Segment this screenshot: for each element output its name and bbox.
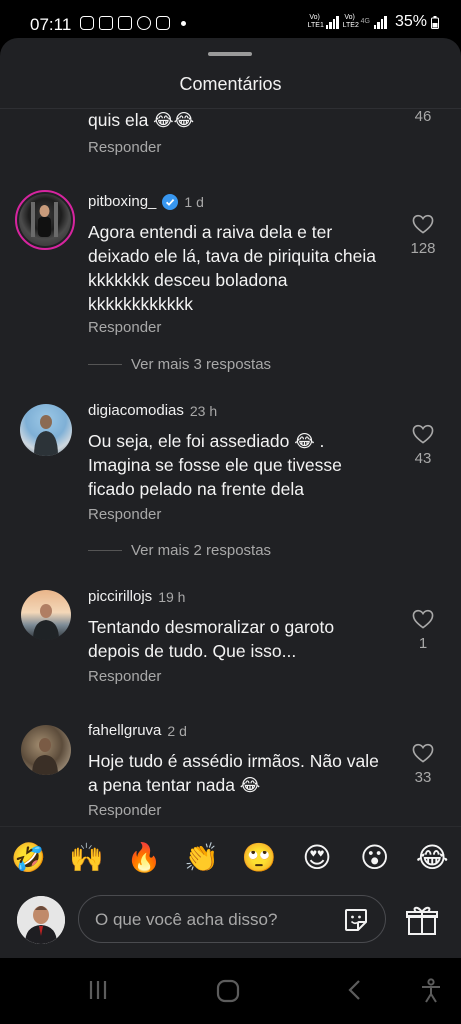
back-icon[interactable] <box>344 978 368 1002</box>
network-label: 4G <box>360 18 370 25</box>
comment-header: pitboxing_ 1 d <box>88 193 204 210</box>
view-more-replies-label: Ver mais 3 respostas <box>131 356 272 373</box>
comment-text: Tentando desmoralizar o garoto depois de… <box>88 617 335 661</box>
comment-header: fahellgruva 2 d <box>88 722 187 739</box>
heart-outline-icon <box>412 743 434 763</box>
reply-button[interactable]: Responder <box>88 506 161 523</box>
comment-time: 2 d <box>167 722 187 739</box>
avatar[interactable] <box>21 590 71 640</box>
heart-outline-icon <box>412 214 434 234</box>
comment-time: 23 h <box>189 402 218 419</box>
signal-icon <box>373 15 387 29</box>
person-silhouette-icon <box>34 415 58 456</box>
username[interactable]: fahellgruva <box>88 722 161 739</box>
comment-input-placeholder: O que você acha disso? <box>95 910 278 929</box>
comment-header: digiacomodias 23 h <box>88 402 217 419</box>
more-notifications-icon <box>181 20 186 26</box>
battery-level: 35% <box>394 13 427 30</box>
like-count: 1 <box>418 635 428 652</box>
emoji-quick-reactions: 🤣 🙌 🔥 👏 🙄 😍 😮 😂 <box>0 826 461 888</box>
verified-badge-icon <box>162 193 179 210</box>
status-time: 07:11 <box>30 15 72 34</box>
thread-line <box>88 550 122 551</box>
chrome-notification-icon <box>137 16 151 30</box>
emoji-eye-roll[interactable]: 🙄 <box>239 841 279 874</box>
heart-outline-icon <box>412 609 434 629</box>
heart-outline-icon <box>412 424 434 444</box>
comment-header: piccirillojs 19 h <box>88 588 185 605</box>
emoji-surprised[interactable]: 😮 <box>355 841 395 874</box>
like-button[interactable]: 43 <box>405 424 441 467</box>
like-count: 128 <box>410 240 436 257</box>
instagram-notification-icon <box>80 16 94 30</box>
instagram-notification-icon <box>156 16 170 30</box>
person-silhouette-icon <box>32 738 58 775</box>
emoji-fire[interactable]: 🔥 <box>124 841 164 874</box>
system-nav-bar <box>0 958 461 1024</box>
home-icon[interactable] <box>215 978 241 1004</box>
emoji-tears-of-joy[interactable]: 😂 <box>412 841 452 874</box>
person-silhouette-icon <box>33 604 59 640</box>
comment-text: Hoje tudo é assédio irmãos. Não vale a p… <box>88 751 379 795</box>
avatar[interactable] <box>20 404 72 456</box>
comment-text: quis ela 😂😂 <box>88 110 195 130</box>
like-button[interactable]: 1 <box>405 609 441 652</box>
username[interactable]: piccirillojs <box>88 588 152 605</box>
comment-time: 19 h <box>158 588 186 605</box>
like-count-wrap: 46 <box>405 108 441 125</box>
avatar[interactable] <box>15 190 75 250</box>
reply-button[interactable]: Responder <box>88 139 161 156</box>
comment-text: Agora entendi a raiva dela e ter deixado… <box>88 222 376 314</box>
avatar-photo <box>19 194 71 246</box>
sim1-label: Vo) LTE1 <box>307 14 324 29</box>
notification-icons <box>80 16 186 30</box>
sim2-label: Vo) LTE2 <box>342 14 359 29</box>
person-silhouette-icon <box>31 202 58 237</box>
comment-text: Ou seja, ele foi assediado 😂 . Imagina s… <box>88 431 342 499</box>
like-button[interactable]: 33 <box>405 743 441 786</box>
accessibility-icon[interactable] <box>419 978 443 1004</box>
sticker-icon[interactable] <box>343 907 369 933</box>
drag-handle[interactable] <box>208 52 252 56</box>
comment-input[interactable]: O que você acha disso? <box>78 895 386 943</box>
sheet-title: Comentários <box>179 74 282 94</box>
gallery-notification-icon <box>99 16 113 30</box>
emoji-rofl[interactable]: 🤣 <box>9 841 49 874</box>
view-more-replies[interactable]: Ver mais 3 respostas <box>88 356 271 373</box>
view-more-replies-label: Ver mais 2 respostas <box>131 542 272 559</box>
calendar-notification-icon <box>118 16 132 30</box>
signal-icon <box>325 15 339 29</box>
person-silhouette-icon <box>17 896 65 944</box>
thread-line <box>88 364 122 365</box>
like-button[interactable]: 128 <box>405 214 441 257</box>
reply-button[interactable]: Responder <box>88 802 161 819</box>
status-right: Vo) LTE1 Vo) LTE2 4G 35% <box>308 13 439 31</box>
comment-time: 1 d <box>184 193 204 210</box>
my-avatar <box>17 896 65 944</box>
username[interactable]: digiacomodias <box>88 402 184 419</box>
like-count: 43 <box>414 450 432 467</box>
view-more-replies[interactable]: Ver mais 2 respostas <box>88 542 271 559</box>
gift-icon[interactable] <box>405 904 439 936</box>
recent-apps-icon[interactable] <box>86 978 110 1002</box>
emoji-clapping[interactable]: 👏 <box>182 841 222 874</box>
like-count: 46 <box>414 108 432 125</box>
username[interactable]: pitboxing_ <box>88 193 156 210</box>
reply-button[interactable]: Responder <box>88 319 161 336</box>
reply-button[interactable]: Responder <box>88 668 161 685</box>
comment-composer: O que você acha disso? <box>0 888 461 958</box>
battery-icon <box>431 15 439 29</box>
like-count: 33 <box>414 769 432 786</box>
comments-sheet: Comentários quis ela 😂😂 Responder 46 pit… <box>0 38 461 958</box>
avatar[interactable] <box>21 725 71 775</box>
emoji-heart-eyes[interactable]: 😍 <box>297 841 337 874</box>
emoji-raising-hands[interactable]: 🙌 <box>66 841 106 874</box>
